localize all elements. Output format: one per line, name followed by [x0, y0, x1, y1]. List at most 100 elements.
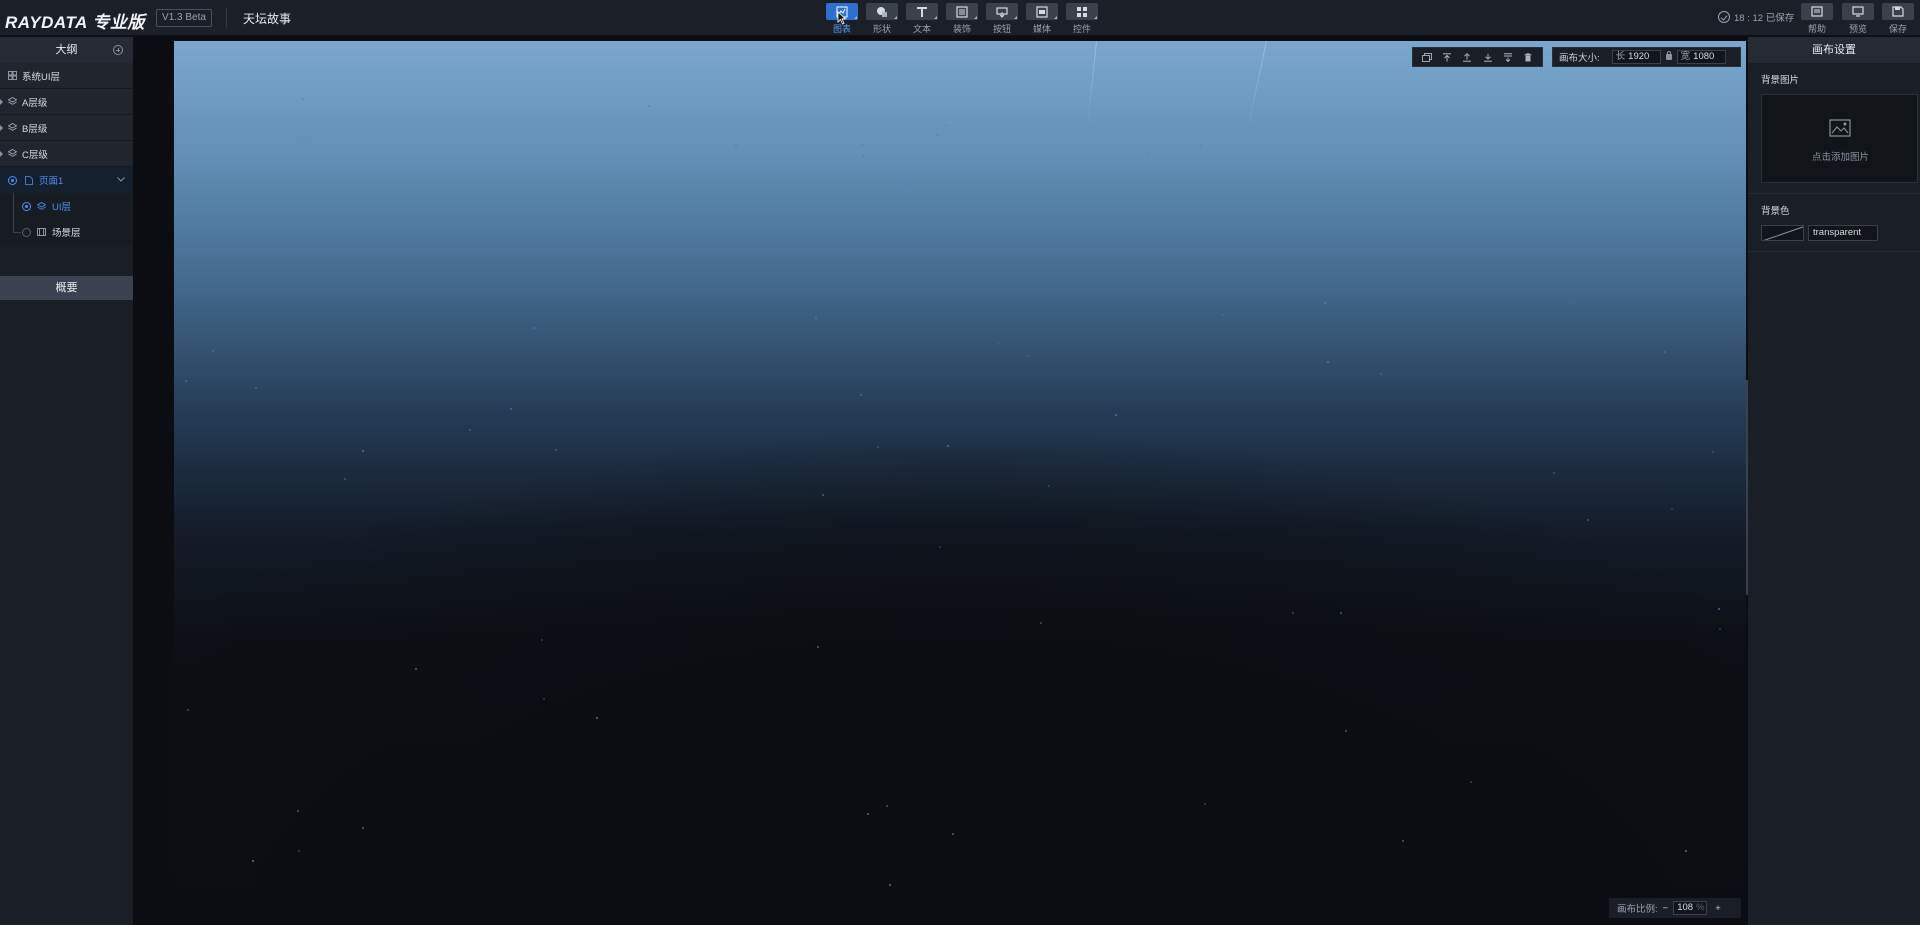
add-layer-icon[interactable]	[113, 45, 123, 55]
star-dot	[1230, 221, 1232, 223]
version-badge: V1.3 Beta	[156, 9, 212, 27]
light-beam	[1246, 41, 1267, 135]
star-dot	[867, 813, 869, 815]
save-button[interactable]: 保存	[1880, 2, 1916, 34]
overview-tab[interactable]: 概要	[0, 276, 133, 300]
star-dot	[344, 478, 346, 480]
layer-radio[interactable]	[22, 201, 31, 211]
tool-decoration[interactable]: 装饰	[942, 2, 982, 36]
tree-line	[13, 193, 14, 219]
star-dot	[1204, 803, 1206, 805]
zoom-out-button[interactable]: −	[1663, 903, 1669, 914]
monitor-icon	[1842, 3, 1874, 20]
scale-input[interactable]: 108%	[1673, 901, 1708, 915]
star-dot	[1712, 451, 1714, 453]
help-icon	[1801, 3, 1833, 20]
tool-widget[interactable]: 控件	[1062, 2, 1102, 36]
star-dot	[1040, 622, 1042, 624]
star-dot	[596, 717, 598, 719]
expand-caret-icon[interactable]	[0, 151, 3, 157]
star-dot	[303, 138, 305, 140]
tree-line	[13, 219, 14, 232]
expand-caret-icon[interactable]	[0, 125, 3, 131]
star-dot	[815, 317, 817, 319]
move-down-icon[interactable]	[1483, 53, 1493, 62]
layer-label: A层级	[22, 97, 48, 109]
layers-icon	[8, 97, 17, 105]
star-dot	[1718, 608, 1720, 610]
star-dot	[1115, 414, 1117, 416]
layer-item-c[interactable]: C层级	[0, 141, 133, 167]
grid-icon	[8, 71, 17, 80]
copy-icon[interactable]	[1422, 52, 1433, 62]
canvas-size-control: 画布大小: 长 1920 宽 1080	[1552, 47, 1741, 67]
add-background-image[interactable]: 点击添加图片	[1761, 94, 1918, 183]
canvas-length-field[interactable]: 长 1920	[1611, 50, 1661, 64]
scale-label: 画布比例:	[1617, 904, 1658, 915]
star-dot	[945, 124, 947, 126]
tool-button[interactable]: 按钮	[982, 2, 1022, 36]
layer-item-b[interactable]: B层级	[0, 115, 133, 141]
tool-text[interactable]: 文本	[902, 2, 942, 36]
section-divider	[1748, 193, 1920, 194]
star-dot	[862, 155, 864, 157]
section-divider	[1748, 251, 1920, 252]
shape-icon	[866, 3, 898, 20]
save-status-text: 18 : 12 已保存	[1734, 13, 1795, 24]
star-dot	[533, 327, 535, 329]
star-dot	[555, 449, 557, 451]
button-icon	[986, 3, 1018, 20]
component-toolbar: 图表 形状 文本 装饰 按钮 媒体 控件	[822, 2, 1102, 36]
layer-item-a[interactable]: A层级	[0, 89, 133, 115]
star-dot	[302, 98, 304, 100]
page-icon	[25, 175, 33, 185]
light-beam	[1086, 41, 1097, 131]
save-label: 保存	[1888, 24, 1907, 34]
star-dot	[1027, 355, 1029, 357]
page-child-ui-layer[interactable]: UI层	[0, 193, 133, 219]
zoom-in-button[interactable]: +	[1715, 903, 1721, 914]
page-child-scene-layer[interactable]: 场景层	[0, 219, 133, 245]
page-radio[interactable]	[8, 175, 17, 185]
preview-button[interactable]: 预览	[1840, 2, 1876, 34]
move-up-icon[interactable]	[1462, 52, 1472, 62]
layer-label: 系统UI层	[22, 71, 61, 83]
tool-media-label: 媒体	[1032, 24, 1051, 34]
star-dot	[1327, 361, 1329, 363]
bg-color-input[interactable]: transparent	[1808, 225, 1878, 241]
color-swatch[interactable]	[1761, 225, 1804, 241]
canvas-width-field[interactable]: 宽 1080	[1676, 50, 1726, 64]
tool-shape[interactable]: 形状	[862, 2, 902, 36]
tool-media[interactable]: 媒体	[1022, 2, 1062, 36]
lock-icon[interactable]	[1665, 51, 1672, 60]
star-dot	[648, 105, 650, 107]
star-dot	[298, 850, 300, 852]
tool-widget-label: 控件	[1072, 24, 1091, 34]
design-canvas[interactable]	[174, 41, 1746, 925]
canvas-size-label: 画布大小:	[1559, 53, 1600, 64]
film-icon	[37, 228, 46, 236]
canvas-scale-control: 画布比例: − 108% +	[1609, 898, 1741, 918]
tree-line	[13, 232, 21, 233]
trash-icon[interactable]	[1523, 52, 1533, 62]
star-dot	[947, 445, 949, 447]
send-to-back-icon[interactable]	[1503, 52, 1513, 62]
length-value: 1920	[1628, 51, 1650, 62]
top-bar: RAYDATA 专业版 V1.3 Beta 天坛故事 图表 形状 文本 装饰 按…	[0, 0, 1920, 36]
project-title[interactable]: 天坛故事	[243, 10, 291, 27]
layer-radio[interactable]	[22, 227, 31, 237]
app-logo: RAYDATA 专业版	[5, 13, 145, 32]
page-item-1[interactable]: 页面1	[0, 167, 133, 193]
expand-caret-icon[interactable]	[0, 99, 3, 105]
layer-label: C层级	[22, 149, 48, 161]
check-circle-icon	[1718, 11, 1730, 23]
star-dot	[1380, 373, 1382, 375]
layer-item-system-ui[interactable]: 系统UI层	[0, 63, 133, 89]
title-divider	[226, 8, 227, 28]
bring-to-front-icon[interactable]	[1442, 52, 1452, 62]
chevron-down-icon[interactable]	[117, 177, 125, 182]
help-button[interactable]: 帮助	[1799, 2, 1835, 34]
star-dot	[415, 668, 417, 670]
media-icon	[1026, 3, 1058, 20]
star-dot	[861, 144, 863, 146]
